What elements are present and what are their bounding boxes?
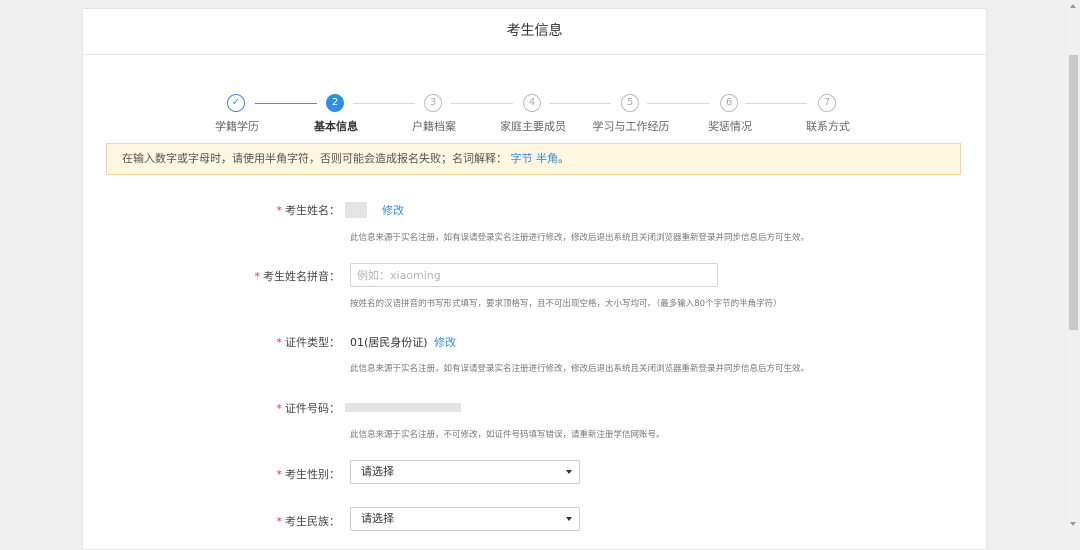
step-label: 学籍学历 xyxy=(215,120,259,133)
step-number: 6 xyxy=(720,94,738,112)
main-card: 考生信息 ✓ 学籍学历 2 基本信息 3 户籍档案 4 家庭主要成员 5 学习与… xyxy=(82,8,987,550)
id-number-label: * 证件号码： xyxy=(276,402,341,415)
step-number: 3 xyxy=(424,94,442,112)
required-mark: * xyxy=(276,468,283,481)
id-type-value: 01(居民身份证) xyxy=(350,336,428,349)
half-width-notice: 在输入数字或字母时，请使用半角字符，否则可能会造成报名失败；名词解释： 字节 半… xyxy=(106,143,961,175)
required-mark: * xyxy=(276,402,283,415)
name-label: * 考生姓名： xyxy=(276,204,341,217)
scroll-down-icon[interactable] xyxy=(1070,522,1076,526)
required-mark: * xyxy=(276,336,283,349)
check-icon: ✓ xyxy=(227,94,245,112)
caret-down-icon xyxy=(566,470,572,474)
step-label: 学习与工作经历 xyxy=(592,120,670,133)
step-label: 联系方式 xyxy=(806,120,850,133)
step-number: 5 xyxy=(621,94,639,112)
edit-name-link[interactable]: 修改 xyxy=(382,202,404,218)
id-number-hint: 此信息来源于实名注册，不可修改，如证件号码填写错误，请重新注册学信网账号。 xyxy=(350,430,665,440)
scroll-up-icon[interactable] xyxy=(1070,4,1076,8)
id-type-label: * 证件类型： xyxy=(276,336,341,349)
pinyin-hint: 按姓名的汉语拼音的书写形式填写，要求顶格写，且不可出现空格，大小写均可。（最多输… xyxy=(350,299,782,309)
page-scrollbar[interactable] xyxy=(1067,0,1080,530)
caret-down-icon xyxy=(566,517,572,521)
notice-text: 在输入数字或字母时，请使用半角字符，否则可能会造成报名失败；名词解释： xyxy=(122,152,507,165)
ethnicity-selected: 请选择 xyxy=(361,512,394,525)
gender-label: * 考生性别： xyxy=(276,468,341,481)
pinyin-label: * 考生姓名拼音： xyxy=(254,270,341,283)
ethnicity-select[interactable]: 请选择 xyxy=(350,507,580,531)
step-number: 2 xyxy=(326,94,344,112)
page-title: 考生信息 xyxy=(83,9,986,55)
step-connector xyxy=(353,103,415,104)
gender-selected: 请选择 xyxy=(361,465,394,478)
step-label: 家庭主要成员 xyxy=(500,120,566,133)
byte-link[interactable]: 字节 xyxy=(511,152,533,165)
step-connector xyxy=(451,103,513,104)
ethnicity-label: * 考生民族： xyxy=(276,515,341,528)
step-connector xyxy=(255,103,317,104)
required-mark: * xyxy=(276,515,283,528)
edit-id-type-link[interactable]: 修改 xyxy=(434,334,456,350)
step-label: 奖惩情况 xyxy=(708,120,752,133)
notice-end: 。 xyxy=(558,152,569,165)
step-connector xyxy=(647,103,709,104)
pinyin-input[interactable] xyxy=(350,263,718,287)
scrollbar-thumb[interactable] xyxy=(1069,55,1078,330)
required-mark: * xyxy=(254,270,261,283)
required-mark: * xyxy=(276,204,283,217)
name-value-masked xyxy=(345,202,367,218)
half-width-link[interactable]: 半角 xyxy=(536,152,558,165)
step-number: 4 xyxy=(523,94,541,112)
id-number-masked xyxy=(345,403,461,412)
step-label: 户籍档案 xyxy=(412,120,456,133)
step-connector xyxy=(549,103,611,104)
step-label: 基本信息 xyxy=(314,120,358,133)
step-connector xyxy=(745,103,807,104)
gender-select[interactable]: 请选择 xyxy=(350,460,580,484)
name-hint: 此信息来源于实名注册，如有误请登录实名注册进行修改，修改后退出系统且关闭浏览器重… xyxy=(350,233,810,243)
id-type-hint: 此信息来源于实名注册，如有误请登录实名注册进行修改，修改后退出系统且关闭浏览器重… xyxy=(350,364,810,374)
step-number: 7 xyxy=(818,94,836,112)
